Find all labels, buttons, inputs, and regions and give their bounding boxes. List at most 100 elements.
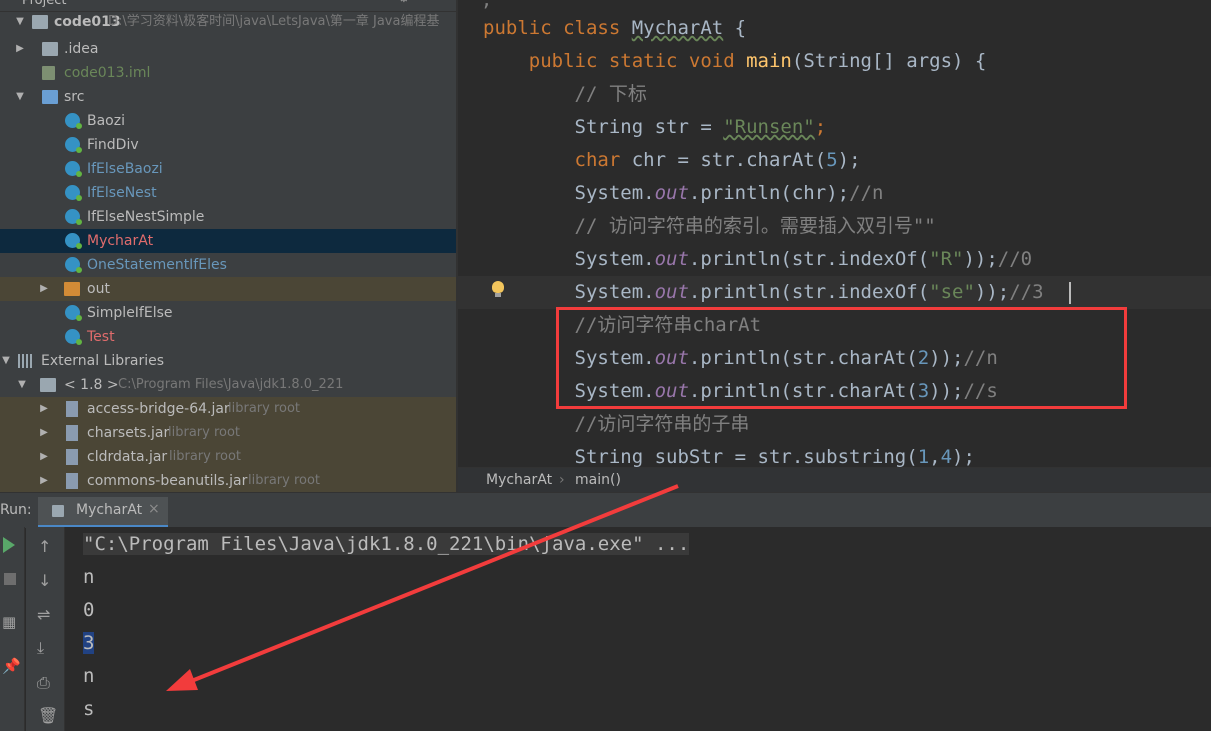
jar-icon [66,473,78,489]
breadcrumb-class[interactable]: MycharAt [486,468,552,493]
chevron-down-icon[interactable]: ▼ [16,373,28,397]
tree-item-jar[interactable]: ▶ cldrdata.jar library root [0,445,456,469]
java-class-icon [65,185,82,201]
library-root-tag: library root [228,401,301,416]
chevron-right-icon[interactable]: ▶ [38,469,50,492]
tree-item-path: C:\Program Files\Java\jdk1.8.0_221 [118,377,344,392]
tree-item-label: code013.iml [64,65,151,81]
lightbulb-icon[interactable] [492,281,504,297]
tree-item-code013[interactable]: ▼ code013 D:\学习资料\极客时间\java\LetsJava\第一章… [0,10,456,34]
layout-icon[interactable]: ▦ [2,613,16,631]
tree-item-class[interactable]: SimpleIfElse [0,301,456,325]
tree-item-jdk[interactable]: ▼ < 1.8 > C:\Program Files\Java\jdk1.8.0… [0,373,456,397]
tree-item-idea[interactable]: ▶ .idea [0,37,456,61]
console-line: n [83,665,95,687]
java-class-icon [65,257,82,273]
libraries-icon [18,354,34,368]
tree-item-jar[interactable]: ▶ charsets.jar library root [0,421,456,445]
arrow-down-icon[interactable]: ↓ [38,571,51,590]
run-tab-label: MycharAt [76,502,143,518]
java-class-icon [65,329,82,345]
print-icon[interactable]: ⎙ [37,673,50,693]
chevron-down-icon[interactable]: ▼ [14,85,26,109]
code-line: System.out.println(str.charAt(2));//n [483,347,998,369]
gear-icon[interactable]: ⚙ [398,0,410,6]
run-tab[interactable]: MycharAt × [38,497,168,528]
tree-item-label: charsets.jar [87,425,170,441]
jar-icon [66,425,78,441]
code-line: System.out.println(chr);//n [483,182,884,204]
tree-item-label: out [87,281,110,297]
tree-item-label: cldrdata.jar [87,449,168,465]
tree-item-class[interactable]: Test [0,325,456,349]
tree-item-iml[interactable]: code013.iml [0,61,456,85]
run-config-icon [52,505,64,517]
java-class-icon [65,113,82,129]
code-line: //访问字符串charAt [483,314,762,336]
tree-item-class[interactable]: OneStatementIfEles [0,253,456,277]
java-class-icon [65,161,82,177]
chevron-down-icon[interactable]: ▼ [0,349,12,373]
close-icon[interactable]: × [148,501,160,517]
tree-item-label: commons-beanutils.jar [87,473,248,489]
tree-item-label: < 1.8 > [64,377,119,393]
code-line: char chr = str.charAt(5); [483,149,861,171]
folder-icon [42,42,58,56]
soft-wrap-icon[interactable]: ⇌ [37,605,50,624]
tree-item-label: .idea [64,41,99,57]
code-line-current: System.out.println(str.indexOf("se"));//… [458,276,1211,309]
tree-item-jar[interactable]: ▶ access-bridge-64.jar library root [0,397,456,421]
java-class-icon [65,305,82,321]
stop-icon[interactable] [4,573,16,585]
library-root-tag: library root [169,449,242,464]
tree-item-class[interactable]: IfElseNest [0,181,456,205]
chevron-right-icon[interactable]: ▶ [14,37,26,61]
tree-item-class[interactable]: IfElseBaozi [0,157,456,181]
console-line: 0 [83,599,95,621]
breadcrumb-separator: › [559,472,565,488]
tree-item-label: IfElseBaozi [87,161,163,177]
library-root-tag: library root [248,473,321,488]
tree-item-class[interactable]: Baozi [0,109,456,133]
chevron-right-icon[interactable]: ▶ [38,277,50,301]
scroll-to-end-icon[interactable]: ⤓ [37,638,44,658]
tree-item-src[interactable]: ▼ src [0,85,456,109]
code-editor[interactable]: , public class MycharAt { public static … [458,0,1211,467]
source-folder-icon [42,90,58,104]
run-actions-toolbar: ▦ 📌 [0,527,25,731]
trash-icon[interactable]: 🗑 [38,706,58,725]
rerun-icon[interactable] [3,537,15,553]
tree-item-class[interactable]: IfElseNestSimple [0,205,456,229]
pin-icon[interactable]: 📌 [2,657,21,675]
tree-item-label: access-bridge-64.jar [87,401,230,417]
java-class-icon [65,209,82,225]
project-header-title[interactable]: Project [22,0,66,8]
tree-item-class-selected[interactable]: MycharAt [0,229,456,253]
tree-item-label: IfElseNestSimple [87,209,205,225]
tree-item-external-libraries[interactable]: ▼ External Libraries [0,349,456,373]
java-class-icon [65,137,82,153]
tree-item-label: Baozi [87,113,125,129]
chevron-right-icon[interactable]: ▶ [38,397,50,421]
jdk-folder-icon [40,378,56,392]
tree-item-class[interactable]: FindDiv [0,133,456,157]
chevron-right-icon[interactable]: ▶ [38,445,50,469]
jar-icon [66,449,78,465]
tree-item-label: External Libraries [41,353,164,369]
tree-item-label: MycharAt [87,233,154,249]
code-line: String subStr = str.substring(1,4); [483,446,975,467]
run-toolbar: Run: MycharAt × [0,492,1211,528]
tree-item-out[interactable]: ▶ out [0,277,456,301]
code-line: System.out.println(str.charAt(3));//s [483,380,998,402]
breadcrumb-method[interactable]: main() [575,468,621,493]
tree-item-jar[interactable]: ▶ commons-beanutils.jar library root [0,469,456,492]
iml-file-icon [42,66,55,80]
chevron-right-icon[interactable]: ▶ [38,421,50,445]
arrow-up-icon[interactable]: ↑ [38,537,51,556]
console-output[interactable]: "C:\Program Files\Java\jdk1.8.0_221\bin\… [65,527,1211,731]
tree-item-label: Test [87,329,115,345]
jar-icon [66,401,78,417]
chevron-down-icon[interactable]: ▼ [14,10,26,34]
tree-item-label: src [64,89,85,105]
console-line: s [83,698,95,720]
